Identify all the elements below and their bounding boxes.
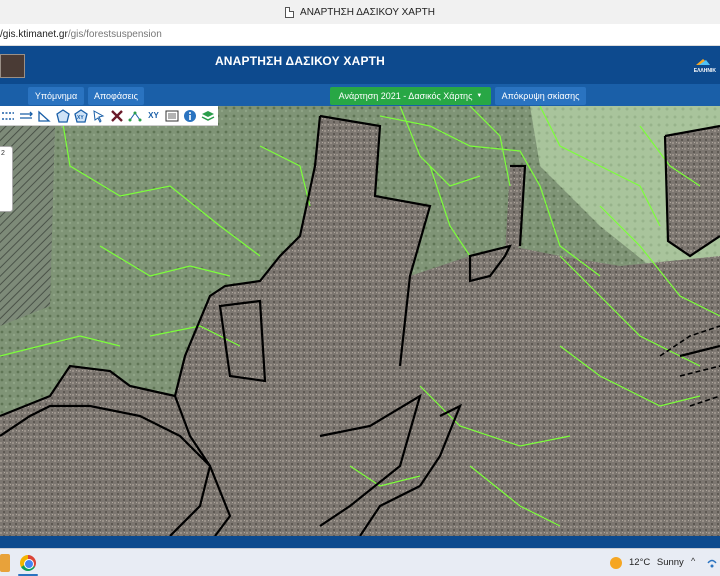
ktimatologio-logo-text: ΕΛΛΗΝΙΚ (693, 68, 716, 74)
info-icon[interactable] (182, 107, 198, 124)
sun-icon (610, 557, 622, 569)
measure-angle-icon[interactable] (36, 107, 52, 124)
print-icon[interactable] (164, 107, 180, 124)
map-canvas[interactable] (0, 106, 720, 536)
weather-temp: 12°C (629, 557, 651, 568)
pan-icon[interactable] (0, 107, 16, 124)
decisions-button[interactable]: Αποφάσεις (88, 87, 144, 105)
address-bar[interactable]: /gis.ktimanet.gr /gis/forestsuspension (0, 24, 720, 46)
clear-icon[interactable] (109, 107, 125, 124)
tab-title[interactable]: ΑΝΑΡΤΗΣΗ ΔΑΣΙΚΟΥ ΧΑΡΤΗ (300, 7, 435, 18)
url-host: /gis.ktimanet.gr (0, 29, 68, 40)
file-explorer-icon[interactable] (0, 554, 10, 572)
xy-label: XY (148, 111, 159, 120)
url-path: /gis/forestsuspension (67, 29, 162, 40)
measure-line-icon[interactable] (18, 107, 34, 124)
tray-chevron-icon[interactable]: ^ (691, 556, 695, 566)
xy-coordinates-icon[interactable]: XY (145, 107, 161, 124)
layers-icon[interactable] (200, 107, 216, 124)
caret-down-icon: ▼ (476, 93, 483, 99)
hide-shading-button[interactable]: Απόκρυψη σκίασης (495, 87, 586, 105)
page-title: ΑΝΑΡΤΗΣΗ ΔΑΣΙΚΟΥ ΧΑΡΤΗ (214, 54, 386, 68)
side-panel-tab[interactable]: 2 (0, 146, 13, 212)
map-imagery (0, 106, 720, 536)
document-icon (285, 6, 295, 18)
network-icon[interactable] (706, 557, 718, 569)
app-header: ΑΝΑΡΤΗΣΗ ΔΑΣΙΚΟΥ ΧΑΡΤΗ ΕΛΛΗΝΙΚ (0, 46, 720, 84)
layer-select-label: Ανάρτηση 2021 - Δασικός Χάρτης (338, 91, 473, 101)
ktimatologio-logo-icon (696, 59, 710, 65)
xy-polygon-icon[interactable]: XY (73, 107, 89, 124)
polygon-icon[interactable] (55, 107, 71, 124)
layer-select-dropdown[interactable]: Ανάρτηση 2021 - Δασικός Χάρτης ▼ (330, 87, 491, 105)
weather-desc: Sunny (656, 557, 684, 568)
connect-points-icon[interactable] (127, 107, 143, 124)
legend-button[interactable]: Υπόμνημα (28, 87, 84, 105)
svg-text:XY: XY (77, 115, 84, 121)
os-taskbar: 12°C Sunny ^ (0, 548, 720, 576)
weather-widget[interactable]: 12°C Sunny (629, 557, 684, 568)
map-toolbar: XY XY (0, 106, 218, 126)
chrome-icon[interactable] (20, 555, 36, 571)
app-footer (0, 536, 720, 548)
nav-bar: Υπόμνημα Αποφάσεις Ανάρτηση 2021 - Δασικ… (0, 84, 720, 106)
select-arrow-icon[interactable] (91, 107, 107, 124)
side-panel-label: 2 (1, 150, 5, 157)
browser-tab-bar: ΑΝΑΡΤΗΣΗ ΔΑΣΙΚΟΥ ΧΑΡΤΗ (0, 0, 720, 24)
